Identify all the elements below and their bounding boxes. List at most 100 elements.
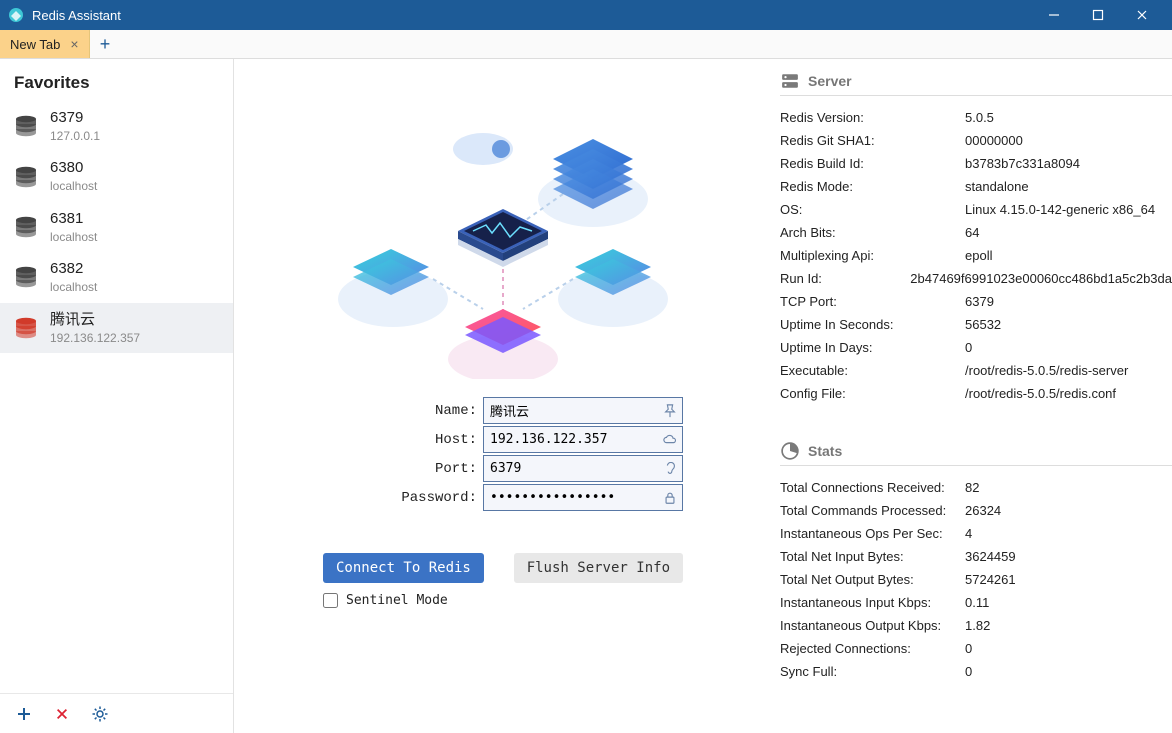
stats-rows: Total Connections Received:82Total Comma…	[780, 476, 1172, 683]
info-key: Sync Full:	[780, 664, 965, 679]
maximize-button[interactable]	[1076, 0, 1120, 30]
info-value: 6379	[965, 294, 1172, 309]
main-pane: Name: Host: Port:	[234, 59, 772, 733]
favorite-host: localhost	[50, 280, 97, 294]
info-value: 0.11	[965, 595, 1172, 610]
info-value: 82	[965, 480, 1172, 495]
info-pane: Server Redis Version:5.0.5Redis Git SHA1…	[772, 59, 1172, 733]
info-value: 26324	[965, 503, 1172, 518]
favorite-item[interactable]: 6380 localhost	[0, 151, 233, 201]
flush-button[interactable]: Flush Server Info	[514, 553, 683, 583]
info-key: Total Net Input Bytes:	[780, 549, 965, 564]
info-row: Instantaneous Input Kbps:0.11	[780, 591, 1172, 614]
info-row: Arch Bits:64	[780, 221, 1172, 244]
info-key: Uptime In Days:	[780, 340, 965, 355]
add-favorite-button[interactable]	[14, 704, 34, 724]
favorite-host: 127.0.0.1	[50, 129, 100, 143]
tab-active[interactable]: New Tab ×	[0, 30, 90, 58]
info-row: Redis Version:5.0.5	[780, 106, 1172, 129]
info-key: Redis Git SHA1:	[780, 133, 965, 148]
sentinel-label: Sentinel Mode	[346, 593, 448, 608]
info-key: Instantaneous Output Kbps:	[780, 618, 965, 633]
info-row: Run Id:2b47469f6991023e00060cc486bd1a5c2…	[780, 267, 1172, 290]
favorite-item[interactable]: 6379 127.0.0.1	[0, 101, 233, 151]
info-key: Total Connections Received:	[780, 480, 965, 495]
delete-favorite-button[interactable]	[52, 704, 72, 724]
password-input[interactable]	[483, 484, 683, 511]
server-icon	[780, 71, 800, 91]
sentinel-checkbox[interactable]	[323, 593, 338, 608]
tab-close-icon[interactable]: ×	[70, 36, 78, 52]
server-rows: Redis Version:5.0.5Redis Git SHA1:000000…	[780, 106, 1172, 405]
database-icon	[14, 115, 38, 137]
connect-button[interactable]: Connect To Redis	[323, 553, 484, 583]
favorite-name: 6380	[50, 159, 97, 177]
favorite-name: 6379	[50, 109, 100, 127]
info-value: b3783b7c331a8094	[965, 156, 1172, 171]
stats-panel-title: Stats	[808, 443, 842, 459]
favorite-host: localhost	[50, 230, 97, 244]
favorite-item[interactable]: 6382 localhost	[0, 252, 233, 302]
info-key: Multiplexing Api:	[780, 248, 965, 263]
info-row: Instantaneous Ops Per Sec:4	[780, 522, 1172, 545]
plus-icon: +	[100, 34, 111, 55]
favorite-name: 腾讯云	[50, 311, 140, 329]
info-row: Redis Git SHA1:00000000	[780, 129, 1172, 152]
info-value: Linux 4.15.0-142-generic x86_64	[965, 202, 1172, 217]
server-panel-title: Server	[808, 73, 852, 89]
database-icon	[14, 317, 38, 339]
sidebar-toolbar	[0, 693, 233, 733]
favorite-item[interactable]: 腾讯云 192.136.122.357	[0, 303, 233, 353]
ear-icon[interactable]	[661, 460, 679, 478]
favorite-host: localhost	[50, 179, 97, 193]
info-value: 0	[965, 340, 1172, 355]
info-row: Sync Full:0	[780, 660, 1172, 683]
tab-add-button[interactable]: +	[90, 30, 120, 58]
lock-icon[interactable]	[661, 489, 679, 507]
info-value: 0	[965, 664, 1172, 679]
info-row: Instantaneous Output Kbps:1.82	[780, 614, 1172, 637]
server-panel-header: Server	[780, 71, 1172, 96]
stats-panel-header: Stats	[780, 441, 1172, 466]
cloud-icon[interactable]	[661, 431, 679, 449]
sentinel-row: Sentinel Mode	[323, 593, 683, 608]
info-value: 56532	[965, 317, 1172, 332]
favorite-name: 6381	[50, 210, 97, 228]
info-row: Executable:/root/redis-5.0.5/redis-serve…	[780, 359, 1172, 382]
info-key: Executable:	[780, 363, 965, 378]
port-input[interactable]	[483, 455, 683, 482]
pin-icon[interactable]	[661, 402, 679, 420]
favorite-item[interactable]: 6381 localhost	[0, 202, 233, 252]
info-row: Uptime In Days:0	[780, 336, 1172, 359]
info-row: TCP Port:6379	[780, 290, 1172, 313]
host-input[interactable]	[483, 426, 683, 453]
close-button[interactable]	[1120, 0, 1164, 30]
settings-button[interactable]	[90, 704, 110, 724]
name-input[interactable]	[483, 397, 683, 424]
info-row: Total Net Input Bytes:3624459	[780, 545, 1172, 568]
connection-form: Name: Host: Port:	[323, 395, 683, 513]
favorite-name: 6382	[50, 260, 97, 278]
info-key: Run Id:	[780, 271, 910, 286]
name-label: Name:	[323, 403, 483, 419]
info-row: Rejected Connections:0	[780, 637, 1172, 660]
info-value: 1.82	[965, 618, 1172, 633]
info-key: Uptime In Seconds:	[780, 317, 965, 332]
info-value: standalone	[965, 179, 1172, 194]
app-title: Redis Assistant	[32, 8, 1032, 23]
minimize-button[interactable]	[1032, 0, 1076, 30]
info-key: Rejected Connections:	[780, 641, 965, 656]
info-row: Total Connections Received:82	[780, 476, 1172, 499]
info-key: Instantaneous Input Kbps:	[780, 595, 965, 610]
password-label: Password:	[323, 490, 483, 506]
sidebar-heading: Favorites	[0, 59, 233, 101]
port-label: Port:	[323, 461, 483, 477]
info-value: 00000000	[965, 133, 1172, 148]
info-value: 0	[965, 641, 1172, 656]
info-key: Arch Bits:	[780, 225, 965, 240]
info-value: /root/redis-5.0.5/redis.conf	[965, 386, 1172, 401]
info-row: Total Commands Processed:26324	[780, 499, 1172, 522]
info-row: Redis Build Id:b3783b7c331a8094	[780, 152, 1172, 175]
favorite-host: 192.136.122.357	[50, 331, 140, 345]
app-logo-icon	[8, 7, 24, 23]
